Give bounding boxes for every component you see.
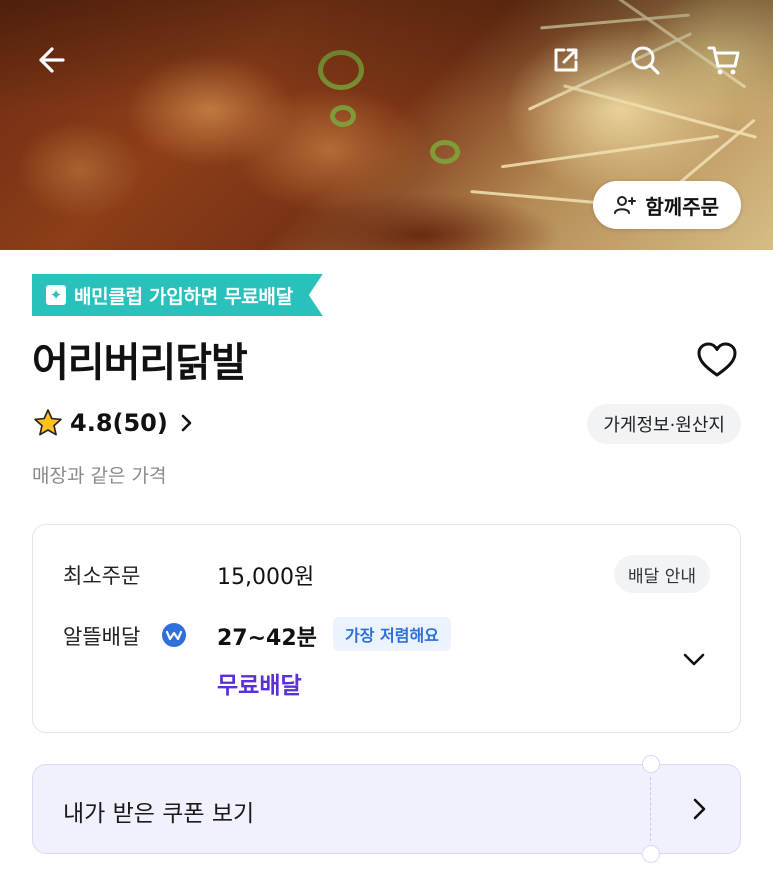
coupon-divider [650, 777, 651, 841]
min-order-label: 최소주문 [63, 564, 141, 588]
chevron-right-icon [181, 414, 192, 432]
search-icon[interactable] [625, 40, 665, 80]
together-order-button[interactable]: 함께주문 [593, 181, 741, 229]
my-coupon-button[interactable]: 내가 받은 쿠폰 보기 [32, 755, 741, 863]
club-banner-text: 배민클럽 가입하면 무료배달 [74, 285, 293, 308]
cart-icon[interactable] [704, 40, 744, 80]
together-order-label: 함께주문 [645, 194, 719, 219]
review-count: (50) [112, 409, 168, 437]
rating-score: 4.8 [70, 409, 113, 437]
delivery-guide-button[interactable]: 배달 안내 [614, 555, 710, 593]
delivery-time: 27~42분 [217, 626, 317, 651]
alttle-delivery-icon [162, 623, 186, 647]
cheapest-badge: 가장 저렴해요 [333, 617, 451, 651]
delivery-info-card[interactable]: 최소주문 15,000원 배달 안내 알뜰배달 27~42분 가장 저렴해요 무… [32, 524, 741, 733]
club-star-icon: ✦ [46, 285, 66, 305]
hero-food-image: 함께주문 [0, 0, 773, 250]
person-add-icon [614, 196, 637, 214]
coupon-label: 내가 받은 쿠폰 보기 [63, 801, 255, 827]
coupon-notch [642, 755, 660, 773]
delivery-type-label: 알뜰배달 [63, 625, 141, 649]
min-order-value: 15,000원 [217, 565, 315, 590]
store-name: 어리버리닭발 [32, 340, 248, 386]
back-arrow-icon[interactable] [28, 40, 68, 80]
delivery-fee: 무료배달 [217, 673, 302, 699]
star-icon [34, 409, 62, 436]
chevron-down-icon[interactable] [680, 645, 708, 673]
club-banner[interactable]: ✦ 배민클럽 가입하면 무료배달 [32, 274, 323, 316]
heart-icon[interactable] [694, 337, 740, 383]
coupon-notch [642, 845, 660, 863]
store-info-button[interactable]: 가게정보·원산지 [587, 404, 741, 444]
rating-link[interactable]: 4.8 (50) [32, 407, 196, 439]
share-icon[interactable] [546, 40, 586, 80]
chevron-right-icon [693, 798, 706, 820]
price-note: 매장과 같은 가격 [32, 465, 167, 487]
